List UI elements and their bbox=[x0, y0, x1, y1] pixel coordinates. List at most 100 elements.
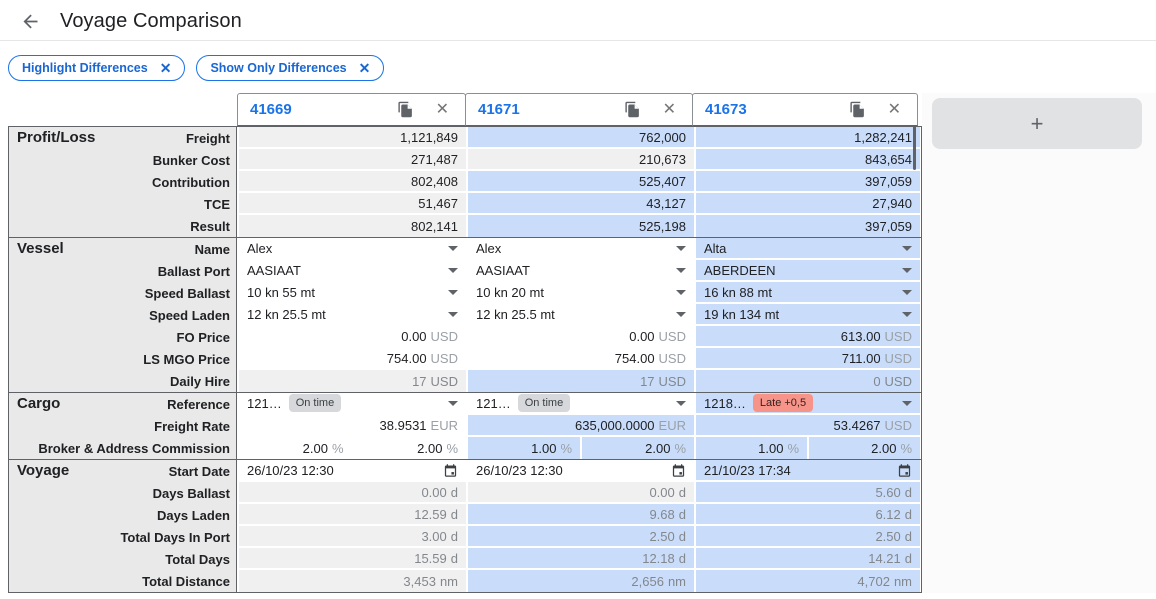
dropdown-cell[interactable]: 16 kn 88 mt bbox=[694, 282, 920, 304]
commission-subcell[interactable]: 2.00% bbox=[580, 437, 694, 459]
dropdown-cell[interactable]: AASIAAT bbox=[466, 260, 694, 282]
value-cell: 17 USD bbox=[237, 370, 466, 392]
copy-voyage-icon[interactable] bbox=[849, 101, 866, 118]
dropdown-cell[interactable]: Alta bbox=[694, 238, 920, 260]
close-column-icon[interactable]: ✕ bbox=[436, 101, 449, 118]
reference-cell[interactable]: 121… On time bbox=[237, 393, 466, 415]
status-badge: On time bbox=[288, 394, 342, 412]
row-label: Name bbox=[9, 238, 237, 260]
row-label: Days Ballast bbox=[9, 482, 237, 504]
value-cell: 802,408 bbox=[237, 171, 466, 193]
row-label: Bunker Cost bbox=[9, 149, 237, 171]
value-cell: 271,487 bbox=[237, 149, 466, 171]
column-header-row: 41669 ✕ 41671 ✕ 41673 ✕ bbox=[237, 93, 922, 126]
value-cell[interactable]: 38.9531 EUR bbox=[237, 415, 466, 437]
voyage-column-header: 41673 ✕ bbox=[692, 93, 918, 126]
value-cell: 12.59 d bbox=[237, 504, 466, 526]
cell-value: 711.00 bbox=[841, 350, 881, 366]
dropdown-cell[interactable]: 12 kn 25.5 mt bbox=[466, 304, 694, 326]
commission-cell[interactable]: 1.00% 2.00% bbox=[466, 437, 694, 459]
chevron-down-icon bbox=[902, 400, 912, 406]
reference-cell[interactable]: 121… On time bbox=[466, 393, 694, 415]
cell-value: 4,702 bbox=[857, 573, 890, 589]
commission-cell[interactable]: 2.00% 2.00% bbox=[237, 437, 466, 459]
commission-subcell[interactable]: 2.00% bbox=[351, 437, 467, 459]
commission-value: 1.00 bbox=[758, 440, 784, 456]
dropdown-cell[interactable]: ABERDEEN bbox=[694, 260, 920, 282]
comparison-grid: Profit/Loss Freight 1,121,849 762,000 1,282,… bbox=[8, 126, 922, 593]
add-voyage-column-button[interactable]: + bbox=[932, 98, 1142, 149]
commission-subcell[interactable]: 1.00% bbox=[468, 437, 580, 459]
date-cell[interactable]: 26/10/23 12:30 bbox=[237, 460, 466, 482]
chevron-down-icon bbox=[448, 400, 458, 406]
value-cell[interactable]: 0.00 USD bbox=[466, 326, 694, 348]
chevron-down-icon bbox=[448, 311, 458, 317]
dropdown-cell[interactable]: 10 kn 20 mt bbox=[466, 282, 694, 304]
vertical-scrollbar-thumb[interactable] bbox=[913, 126, 916, 170]
dropdown-value: 12 kn 25.5 mt bbox=[247, 306, 326, 322]
value-cell[interactable]: 0.00 USD bbox=[237, 326, 466, 348]
value-cell[interactable]: 613.00 USD bbox=[694, 326, 920, 348]
header-actions: ✕ bbox=[849, 101, 917, 118]
dropdown-cell[interactable]: 12 kn 25.5 mt bbox=[237, 304, 466, 326]
date-value: 21/10/23 17:34 bbox=[704, 462, 791, 478]
chip-show-only-differences[interactable]: Show Only Differences ✕ bbox=[196, 55, 385, 81]
comparison-main: 41669 ✕ 41671 ✕ 41673 ✕ Profit/Loss Freight 1,1… bbox=[0, 93, 1156, 593]
dropdown-value: 10 kn 20 mt bbox=[476, 284, 544, 300]
voyage-number-link[interactable]: 41673 bbox=[693, 101, 849, 118]
chip-remove-icon[interactable]: ✕ bbox=[160, 61, 172, 75]
back-button[interactable] bbox=[18, 9, 42, 33]
dropdown-cell[interactable]: 10 kn 55 mt bbox=[237, 282, 466, 304]
calendar-icon[interactable] bbox=[443, 463, 458, 478]
unit-label: nm bbox=[667, 573, 686, 589]
cell-value: 1,282,241 bbox=[854, 129, 912, 145]
value-cell: 6.12 d bbox=[694, 504, 920, 526]
header-actions: ✕ bbox=[397, 101, 465, 118]
table-row: LS MGO Price 754.00 USD 754.00 USD 711.00 USD bbox=[9, 348, 921, 370]
cell-value: 51,467 bbox=[418, 195, 458, 211]
value-cell[interactable]: 754.00 USD bbox=[237, 348, 466, 370]
commission-subcell[interactable]: 1.00% bbox=[696, 437, 807, 459]
cell-value: 843,654 bbox=[865, 151, 912, 167]
date-cell[interactable]: 21/10/23 17:34 bbox=[694, 460, 920, 482]
chip-highlight-differences[interactable]: Highlight Differences ✕ bbox=[8, 55, 186, 81]
unit-label: USD bbox=[658, 373, 686, 389]
row-label: Daily Hire bbox=[9, 370, 237, 392]
table-row: Total Days 15.59 d 12.18 d 14.21 d bbox=[9, 548, 921, 570]
value-cell[interactable]: 711.00 USD bbox=[694, 348, 920, 370]
dropdown-cell[interactable]: Alex bbox=[466, 238, 694, 260]
close-column-icon[interactable]: ✕ bbox=[888, 101, 901, 118]
copy-voyage-icon[interactable] bbox=[624, 101, 641, 118]
reference-cell[interactable]: 1218… Late +0,5 bbox=[694, 393, 920, 415]
copy-voyage-icon[interactable] bbox=[397, 101, 414, 118]
commission-cell[interactable]: 1.00% 2.00% bbox=[694, 437, 920, 459]
date-cell[interactable]: 26/10/23 12:30 bbox=[466, 460, 694, 482]
voyage-number-link[interactable]: 41669 bbox=[238, 101, 397, 118]
chip-remove-icon[interactable]: ✕ bbox=[359, 61, 371, 75]
unit-label: % bbox=[900, 440, 912, 456]
calendar-icon[interactable] bbox=[671, 463, 686, 478]
value-cell: 51,467 bbox=[237, 193, 466, 215]
cell-value: 210,673 bbox=[639, 151, 686, 167]
value-cell[interactable]: 635,000.0000 EUR bbox=[466, 415, 694, 437]
unit-label: USD bbox=[884, 417, 912, 433]
voyage-column-header: 41669 ✕ bbox=[237, 93, 466, 126]
commission-subcell[interactable]: 2.00% bbox=[807, 437, 920, 459]
cell-value: 17 bbox=[640, 373, 655, 389]
calendar-icon[interactable] bbox=[897, 463, 912, 478]
dropdown-cell[interactable]: Alex bbox=[237, 238, 466, 260]
unit-label: EUR bbox=[658, 417, 686, 433]
unit-label: d bbox=[904, 506, 912, 522]
value-cell[interactable]: 754.00 USD bbox=[466, 348, 694, 370]
dropdown-cell[interactable]: 19 kn 134 mt bbox=[694, 304, 920, 326]
close-column-icon[interactable]: ✕ bbox=[663, 101, 676, 118]
value-cell[interactable]: 53.4267 USD bbox=[694, 415, 920, 437]
unit-label: USD bbox=[658, 328, 686, 344]
chevron-down-icon bbox=[448, 267, 458, 273]
voyage-number-link[interactable]: 41671 bbox=[466, 101, 624, 118]
value-cell: 210,673 bbox=[466, 149, 694, 171]
cell-value: 1,121,849 bbox=[400, 129, 458, 145]
commission-subcell[interactable]: 2.00% bbox=[239, 437, 352, 459]
row-label: Reference bbox=[9, 393, 237, 415]
dropdown-cell[interactable]: AASIAAT bbox=[237, 260, 466, 282]
